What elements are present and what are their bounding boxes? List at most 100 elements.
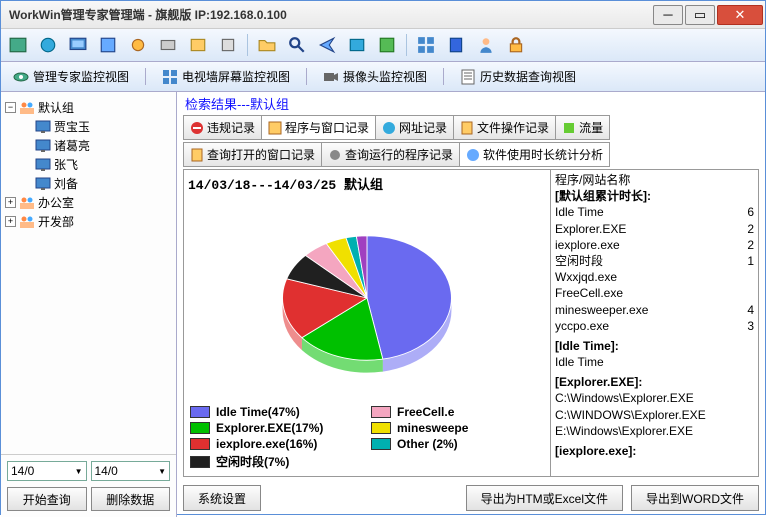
- list-item[interactable]: yccpo.exe3: [555, 318, 754, 334]
- tree-user[interactable]: 张飞: [5, 155, 172, 174]
- tree-label: 开发部: [38, 213, 74, 230]
- list-group-header: [Explorer.EXE]:: [555, 374, 754, 390]
- toolbar-icon-4[interactable]: [95, 32, 121, 58]
- toolbar-icon-6[interactable]: [155, 32, 181, 58]
- toolbar-icon-search[interactable]: [284, 32, 310, 58]
- tree-group[interactable]: + 开发部: [5, 212, 172, 231]
- toolbar-icon-7[interactable]: [185, 32, 211, 58]
- system-settings-button[interactable]: 系统设置: [183, 485, 261, 511]
- toolbar-icon-5[interactable]: [125, 32, 151, 58]
- tab-file-op[interactable]: 文件操作记录: [453, 115, 556, 140]
- close-button[interactable]: ✕: [717, 5, 763, 25]
- right-panel: 检索结果---默认组 违规记录 程序与窗口记录 网址记录 文件操作记录 流量 查…: [177, 92, 765, 517]
- toolbar-icon-globe[interactable]: [35, 32, 61, 58]
- dropdown-icon: ▼: [158, 467, 166, 476]
- monitor-icon: [35, 119, 51, 135]
- list-group-header: [iexplore.exe]:: [555, 443, 754, 459]
- tree-label: 办公室: [38, 194, 74, 211]
- tree-user[interactable]: 刘备: [5, 174, 172, 193]
- dropdown-icon: ▼: [75, 467, 83, 476]
- legend-item: Other (2%): [371, 437, 544, 451]
- viewtab-label: 电视墙屏幕监控视图: [182, 68, 290, 85]
- search-result-label: 检索结果---默认组: [177, 92, 765, 115]
- viewtab-camera[interactable]: 摄像头监控视图: [317, 66, 433, 87]
- tree-label: 诸葛亮: [54, 137, 90, 154]
- tab-url[interactable]: 网址记录: [375, 115, 454, 140]
- viewtab-monitor[interactable]: 管理专家监控视图: [7, 66, 135, 87]
- toolbar-icon-lock[interactable]: [503, 32, 529, 58]
- delete-data-button[interactable]: 删除数据: [91, 487, 171, 511]
- toolbar-icon-folder[interactable]: [254, 32, 280, 58]
- viewtab-label: 管理专家监控视图: [33, 68, 129, 85]
- window-icon: [268, 121, 282, 135]
- chart-title: 14/03/18---14/03/25 默认组: [188, 174, 546, 193]
- legend-item: Idle Time(47%): [190, 405, 363, 419]
- toolbar-icon-grid[interactable]: [413, 32, 439, 58]
- list-item[interactable]: iexplore.exe2: [555, 237, 754, 253]
- monitor-icon: [35, 157, 51, 173]
- expand-icon[interactable]: +: [5, 197, 16, 208]
- stop-icon: [190, 121, 204, 135]
- users-icon: [19, 214, 35, 230]
- eye-icon: [13, 69, 29, 85]
- date-from-input[interactable]: 14/0▼: [7, 461, 87, 481]
- viewtab-wall[interactable]: 电视墙屏幕监控视图: [156, 66, 296, 87]
- tab-program-window[interactable]: 程序与窗口记录: [261, 115, 376, 140]
- record-tabs: 违规记录 程序与窗口记录 网址记录 文件操作记录 流量: [177, 115, 765, 140]
- toolbar-icon-book[interactable]: [443, 32, 469, 58]
- tree-user[interactable]: 诸葛亮: [5, 136, 172, 155]
- toolbar-icon-user[interactable]: [473, 32, 499, 58]
- export-word-button[interactable]: 导出到WORD文件: [631, 485, 759, 511]
- toolbar-icon-send[interactable]: [314, 32, 340, 58]
- export-excel-button[interactable]: 导出为HTM或Excel文件: [466, 485, 623, 511]
- toolbar-icon-1[interactable]: [5, 32, 31, 58]
- program-list[interactable]: 程序/网站名称 [默认组累计时长]:Idle Time6Explorer.EXE…: [550, 170, 758, 476]
- list-item[interactable]: 空闲时段1: [555, 253, 754, 269]
- monitor-icon: [35, 138, 51, 154]
- legend-item: 空闲时段(7%): [190, 453, 363, 470]
- record-subtabs: 查询打开的窗口记录 查询运行的程序记录 软件使用时长统计分析: [177, 142, 765, 167]
- tab-violation[interactable]: 违规记录: [183, 115, 262, 140]
- history-icon: [460, 69, 476, 85]
- list-item[interactable]: Wxxjqd.exe: [555, 269, 754, 285]
- left-panel: − 默认组 贾宝玉 诸葛亮 张飞 刘备 + 办公室 + 开发部 14/0▼ 14…: [1, 92, 177, 517]
- list-item[interactable]: C:\Windows\Explorer.EXE: [555, 390, 754, 406]
- camera-icon: [323, 69, 339, 85]
- expand-icon[interactable]: +: [5, 216, 16, 227]
- tree-label: 张飞: [54, 156, 78, 173]
- chart-icon: [466, 148, 480, 162]
- tree-group[interactable]: − 默认组: [5, 98, 172, 117]
- tab-traffic[interactable]: 流量: [555, 115, 610, 140]
- toolbar-icon-monitor[interactable]: [65, 32, 91, 58]
- chart-legend: Idle Time(47%)FreeCell.eExplorer.EXE(17%…: [188, 403, 546, 472]
- subtab-usage-stats[interactable]: 软件使用时长统计分析: [459, 142, 610, 167]
- legend-item: FreeCell.e: [371, 405, 544, 419]
- chart-area: 14/03/18---14/03/25 默认组 Idle Time(47%) Fr…: [184, 170, 550, 476]
- list-item[interactable]: FreeCell.exe: [555, 285, 754, 301]
- title-bar: WorkWin管理专家管理端 - 旗舰版 IP:192.168.0.100 ─ …: [1, 1, 765, 29]
- list-item[interactable]: Explorer.EXE2: [555, 221, 754, 237]
- start-query-button[interactable]: 开始查询: [7, 487, 87, 511]
- doc-icon: [190, 148, 204, 162]
- subtab-window-query[interactable]: 查询打开的窗口记录: [183, 142, 322, 167]
- subtab-program-query[interactable]: 查询运行的程序记录: [321, 142, 460, 167]
- toolbar-icon-12[interactable]: [344, 32, 370, 58]
- list-item[interactable]: Idle Time: [555, 354, 754, 370]
- list-item[interactable]: C:\WINDOWS\Explorer.EXE: [555, 407, 754, 423]
- tree-user[interactable]: 贾宝玉: [5, 117, 172, 136]
- viewtab-history[interactable]: 历史数据查询视图: [454, 66, 582, 87]
- tree-label: 贾宝玉: [54, 118, 90, 135]
- list-item[interactable]: minesweeper.exe4: [555, 302, 754, 318]
- list-item[interactable]: E:\Windows\Explorer.EXE: [555, 423, 754, 439]
- window-title: WorkWin管理专家管理端 - 旗舰版 IP:192.168.0.100: [1, 6, 653, 23]
- maximize-button[interactable]: ▭: [685, 5, 715, 25]
- toolbar-icon-8[interactable]: [215, 32, 241, 58]
- view-tabs: 管理专家监控视图 电视墙屏幕监控视图 摄像头监控视图 历史数据查询视图: [1, 62, 765, 92]
- viewtab-label: 摄像头监控视图: [343, 68, 427, 85]
- date-to-input[interactable]: 14/0▼: [91, 461, 171, 481]
- tree-group[interactable]: + 办公室: [5, 193, 172, 212]
- minimize-button[interactable]: ─: [653, 5, 683, 25]
- toolbar-icon-13[interactable]: [374, 32, 400, 58]
- list-item[interactable]: Idle Time6: [555, 204, 754, 220]
- collapse-icon[interactable]: −: [5, 102, 16, 113]
